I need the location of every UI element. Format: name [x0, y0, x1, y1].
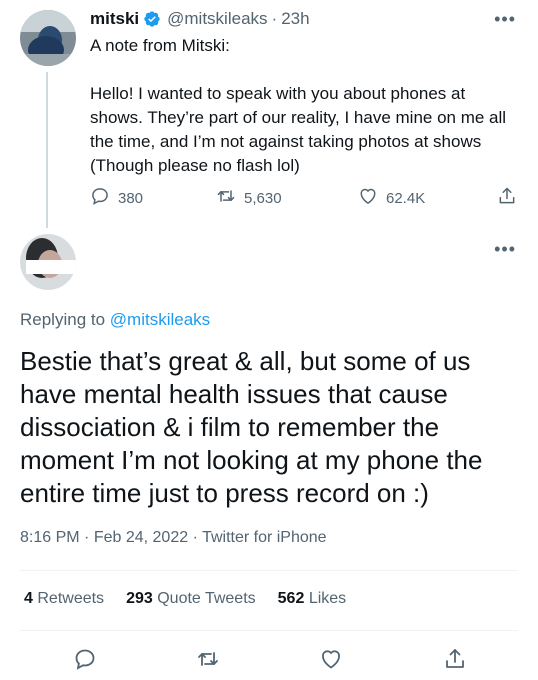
- replying-to: Replying to @mitskileaks: [20, 310, 210, 330]
- retweets-stat[interactable]: 4 Retweets: [24, 590, 104, 608]
- tweet-meta: 8:16 PM · Feb 24, 2022 · Twitter for iPh…: [20, 529, 327, 547]
- heart-icon: [358, 186, 378, 210]
- reply-button-2[interactable]: [73, 647, 97, 676]
- quotes-label: Quote Tweets: [157, 590, 256, 607]
- like-button[interactable]: 62.4K: [358, 186, 425, 210]
- more-dots-icon-2[interactable]: •••: [494, 240, 516, 258]
- avatar-mitski[interactable]: [20, 10, 76, 66]
- tweet-stats: 4 Retweets 293 Quote Tweets 562 Likes: [24, 590, 346, 608]
- reply-icon: [73, 649, 97, 675]
- quotes-stat[interactable]: 293 Quote Tweets: [126, 590, 256, 608]
- thread-connector-line: [46, 72, 48, 228]
- tweet-text: A note from Mitski: Hello! I wanted to s…: [90, 36, 507, 175]
- verified-check-icon: [143, 10, 161, 28]
- tweet-meta-sep2: ·: [192, 529, 198, 546]
- likes-num: 562: [277, 590, 305, 607]
- reply-tweet-text: Bestie that’s great & all, but some of u…: [20, 346, 490, 508]
- retweet-button-2[interactable]: [196, 647, 220, 676]
- share-button[interactable]: [497, 186, 517, 210]
- more-dots-icon[interactable]: •••: [494, 10, 516, 28]
- heart-icon: [319, 650, 343, 675]
- replying-to-handle[interactable]: @mitskileaks: [110, 310, 210, 329]
- replying-to-label: Replying to: [20, 310, 106, 329]
- reply-icon: [90, 186, 110, 210]
- retweet-count: 5,630: [244, 189, 282, 207]
- divider-bottom-stats: [20, 630, 518, 631]
- quotes-num: 293: [126, 590, 153, 607]
- likes-stat[interactable]: 562 Likes: [278, 590, 347, 608]
- retweets-label: Retweets: [37, 590, 105, 607]
- display-name[interactable]: mitski: [90, 9, 139, 29]
- user-handle[interactable]: @mitskileaks: [167, 9, 267, 29]
- retweet-icon: [196, 652, 220, 675]
- tweet-meta-sep1: ·: [84, 529, 90, 546]
- share-button-2[interactable]: [443, 647, 467, 676]
- share-icon: [443, 649, 467, 675]
- retweets-num: 4: [24, 590, 33, 607]
- avatar-photo: [20, 10, 76, 66]
- like-button-2[interactable]: [319, 647, 343, 676]
- like-count: 62.4K: [386, 189, 426, 207]
- reply-count: 380: [118, 189, 144, 207]
- retweet-icon: [216, 186, 236, 210]
- retweet-button[interactable]: 5,630: [216, 186, 282, 210]
- avatar-replier[interactable]: [20, 234, 76, 290]
- redacted-name-area: [86, 236, 236, 276]
- tweet-meta-time[interactable]: 8:16 PM: [20, 529, 80, 546]
- tweet-time[interactable]: 23h: [281, 9, 309, 29]
- likes-label: Likes: [308, 590, 347, 607]
- tweet-meta-date[interactable]: Feb 24, 2022: [94, 529, 188, 546]
- share-icon: [497, 186, 517, 210]
- reply-button[interactable]: 380: [90, 186, 143, 210]
- tweet-meta-source[interactable]: Twitter for iPhone: [202, 529, 327, 546]
- separator-dot: ·: [271, 9, 278, 28]
- avatar-photo-redacted: [20, 234, 76, 290]
- divider-top-stats: [20, 570, 518, 571]
